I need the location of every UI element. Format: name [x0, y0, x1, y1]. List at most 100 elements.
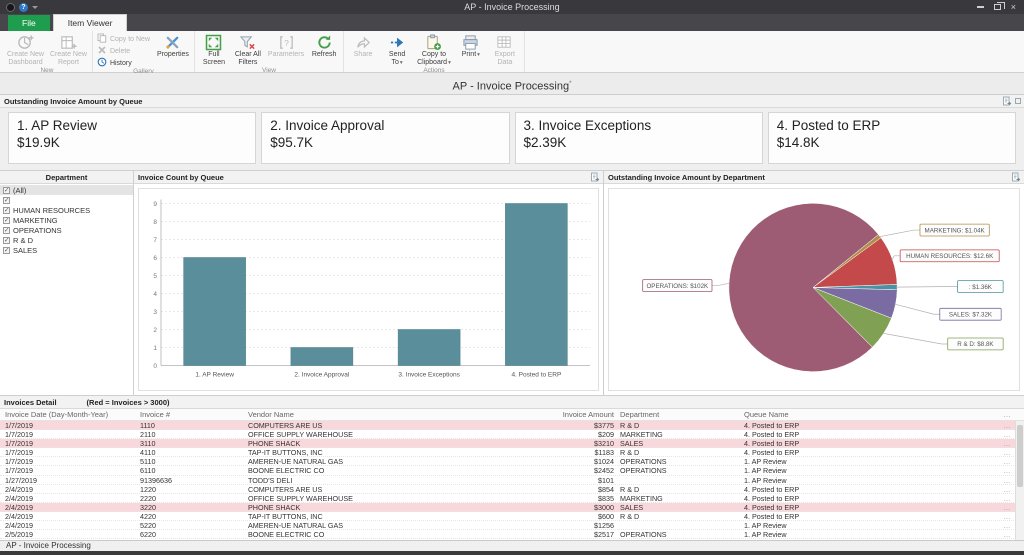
table-row[interactable]: 2/4/20194220TAP-IT BUTTONS, INC$600R & D… — [0, 512, 1024, 521]
table-row[interactable]: 1/27/201991396636TODD'S DELI$1011. AP Re… — [0, 476, 1024, 485]
button-label: Share — [354, 51, 373, 59]
table-row[interactable]: 1/7/20196110BOONE ELECTRIC CO$2452OPERAT… — [0, 466, 1024, 475]
share-button[interactable]: Share — [346, 32, 380, 67]
cell-invoice-number: 5220 — [140, 521, 248, 529]
cell-queue: 1. AP Review — [744, 521, 1000, 529]
cell-department: SALES — [620, 503, 744, 511]
column-header-department[interactable]: Department — [620, 409, 744, 420]
cell-amount: $3775 — [470, 421, 620, 429]
table-row[interactable]: 1/7/20193110PHONE SHACK$3210SALES4. Post… — [0, 439, 1024, 448]
tab-file[interactable]: File — [8, 15, 50, 31]
row-more-indicator[interactable]: … — [1000, 503, 1014, 511]
scrollbar-thumb[interactable] — [1017, 425, 1023, 487]
card-title: 1. AP Review — [17, 118, 247, 133]
row-more-indicator[interactable]: … — [1000, 457, 1014, 465]
cell-queue: 1. AP Review — [744, 476, 1000, 484]
card-1-ap-review[interactable]: 1. AP Review$19.9K — [8, 112, 256, 164]
export-icon[interactable] — [1011, 172, 1021, 186]
row-more-indicator[interactable]: … — [1000, 448, 1014, 456]
table-row[interactable]: 2/5/20196220BOONE ELECTRIC CO$2517OPERAT… — [0, 530, 1024, 539]
minimize-button[interactable] — [977, 6, 984, 8]
checkbox-icon[interactable]: ✓ — [3, 227, 10, 234]
tab-item-viewer[interactable]: Item Viewer — [53, 14, 128, 31]
column-header-queue-name[interactable]: Queue Name — [744, 409, 1000, 420]
column-header-vendor-name[interactable]: Vendor Name — [248, 409, 470, 420]
card-3-invoice-exceptions[interactable]: 3. Invoice Exceptions$2.39K — [515, 112, 763, 164]
card-title: 3. Invoice Exceptions — [524, 118, 754, 133]
table-row[interactable]: 2/4/20195220AMEREN-UE NATURAL GAS$12561.… — [0, 521, 1024, 530]
row-more-indicator[interactable]: … — [1000, 530, 1014, 538]
full-screen-button[interactable]: FullScreen — [197, 32, 231, 67]
checkbox-icon[interactable]: ✓ — [3, 197, 10, 204]
delete-button[interactable]: Delete — [97, 46, 150, 56]
restore-button[interactable] — [994, 4, 1001, 10]
department-item-all[interactable]: ✓(All) — [0, 185, 133, 195]
cell-invoice-number: 2110 — [140, 430, 248, 438]
refresh-button[interactable]: Refresh — [307, 32, 341, 67]
row-more-indicator[interactable]: … — [1000, 494, 1014, 502]
row-more-indicator[interactable]: … — [1000, 521, 1014, 529]
properties-button[interactable]: Properties — [154, 32, 192, 68]
row-more-indicator[interactable]: … — [1000, 476, 1014, 484]
cell-queue: 4. Posted to ERP — [744, 448, 1000, 456]
department-item-marketing[interactable]: ✓MARKETING — [0, 215, 133, 225]
print-button[interactable]: Print▾ — [454, 32, 488, 67]
column-header-invoice-amount[interactable]: Invoice Amount — [470, 409, 620, 420]
export-icon[interactable] — [1002, 96, 1012, 110]
button-label: History — [110, 60, 132, 67]
checkbox-icon[interactable]: ✓ — [3, 217, 10, 224]
table-row[interactable]: 1/7/20191110COMPUTERS ARE US$3775R & D4.… — [0, 421, 1024, 430]
row-more-indicator[interactable]: … — [1000, 512, 1014, 520]
card-2-invoice-approval[interactable]: 2. Invoice Approval$95.7K — [261, 112, 509, 164]
column-header-invoice[interactable]: Invoice # — [140, 409, 248, 420]
bar-4-posted-to-erp[interactable] — [505, 204, 567, 366]
department-item-r-d[interactable]: ✓R & D — [0, 235, 133, 245]
copy-to-new-button[interactable]: Copy to New — [97, 34, 150, 44]
pie-chart-panel: Outstanding Invoice Amount by Department… — [604, 171, 1024, 395]
export-icon[interactable] — [590, 172, 600, 186]
cell-vendor: TAP-IT BUTTONS, INC — [248, 512, 470, 520]
copy-to-clipboard-button[interactable]: Copy toClipboard▾ — [414, 32, 454, 67]
checkbox-icon[interactable]: ✓ — [3, 187, 10, 194]
maximize-icon[interactable] — [1015, 98, 1021, 104]
checkbox-icon[interactable]: ✓ — [3, 237, 10, 244]
table-row[interactable]: 2/4/20193220PHONE SHACK$3000SALES4. Post… — [0, 503, 1024, 512]
cell-department: OPERATIONS — [620, 530, 744, 538]
label-leader-line — [879, 230, 920, 237]
department-item-operations[interactable]: ✓OPERATIONS — [0, 225, 133, 235]
table-row[interactable]: 1/7/20192110OFFICE SUPPLY WAREHOUSE$209M… — [0, 430, 1024, 439]
send-to-button[interactable]: SendTo▾ — [380, 32, 414, 67]
table-row[interactable]: 1/7/20194110TAP-IT BUTTONS, INC$1183R & … — [0, 448, 1024, 457]
parameters-button[interactable]: ?Parameters — [265, 32, 307, 67]
table-row[interactable]: 2/4/20192220OFFICE SUPPLY WAREHOUSE$835M… — [0, 494, 1024, 503]
row-more-indicator[interactable]: … — [1000, 430, 1014, 438]
y-axis-tick-label: 5 — [153, 273, 157, 280]
close-button[interactable]: × — [1011, 3, 1016, 12]
cell-amount: $835 — [470, 494, 620, 502]
bar-2-invoice-approval[interactable] — [291, 348, 353, 366]
card-4-posted-to-erp[interactable]: 4. Posted to ERP$14.8K — [768, 112, 1016, 164]
department-item-sales[interactable]: ✓SALES — [0, 245, 133, 255]
table-row[interactable]: 1/7/20195110AMEREN-UE NATURAL GAS$1024OP… — [0, 457, 1024, 466]
create-new-report-button[interactable]: Create NewReport — [47, 32, 90, 67]
window-title: AP - Invoice Processing — [0, 2, 1024, 12]
cell-department: R & D — [620, 421, 744, 429]
table-row[interactable]: 2/4/20191220COMPUTERS ARE US$854R & D4. … — [0, 485, 1024, 494]
table-scrollbar[interactable] — [1015, 421, 1024, 540]
export-data-button[interactable]: ExportData — [488, 32, 522, 67]
checkbox-icon[interactable]: ✓ — [3, 247, 10, 254]
clear-all-filters-button[interactable]: Clear AllFilters — [231, 32, 265, 67]
row-more-indicator[interactable]: … — [1000, 466, 1014, 474]
column-header-invoice-date-day-month-year[interactable]: Invoice Date (Day-Month-Year) — [0, 409, 140, 420]
row-more-indicator[interactable]: … — [1000, 439, 1014, 447]
row-more-indicator[interactable]: … — [1000, 421, 1014, 429]
checkbox-icon[interactable]: ✓ — [3, 207, 10, 214]
bar-3-invoice-exceptions[interactable] — [398, 330, 460, 366]
row-more-indicator[interactable]: … — [1000, 485, 1014, 493]
department-item-blank[interactable]: ✓ — [0, 195, 133, 205]
department-item-human-resources[interactable]: ✓HUMAN RESOURCES — [0, 205, 133, 215]
cell-invoice-number: 1220 — [140, 485, 248, 493]
bar-1-ap-review[interactable] — [184, 258, 246, 366]
create-new-dashboard-button[interactable]: Create NewDashboard — [4, 32, 47, 67]
history-button[interactable]: History — [97, 58, 150, 68]
